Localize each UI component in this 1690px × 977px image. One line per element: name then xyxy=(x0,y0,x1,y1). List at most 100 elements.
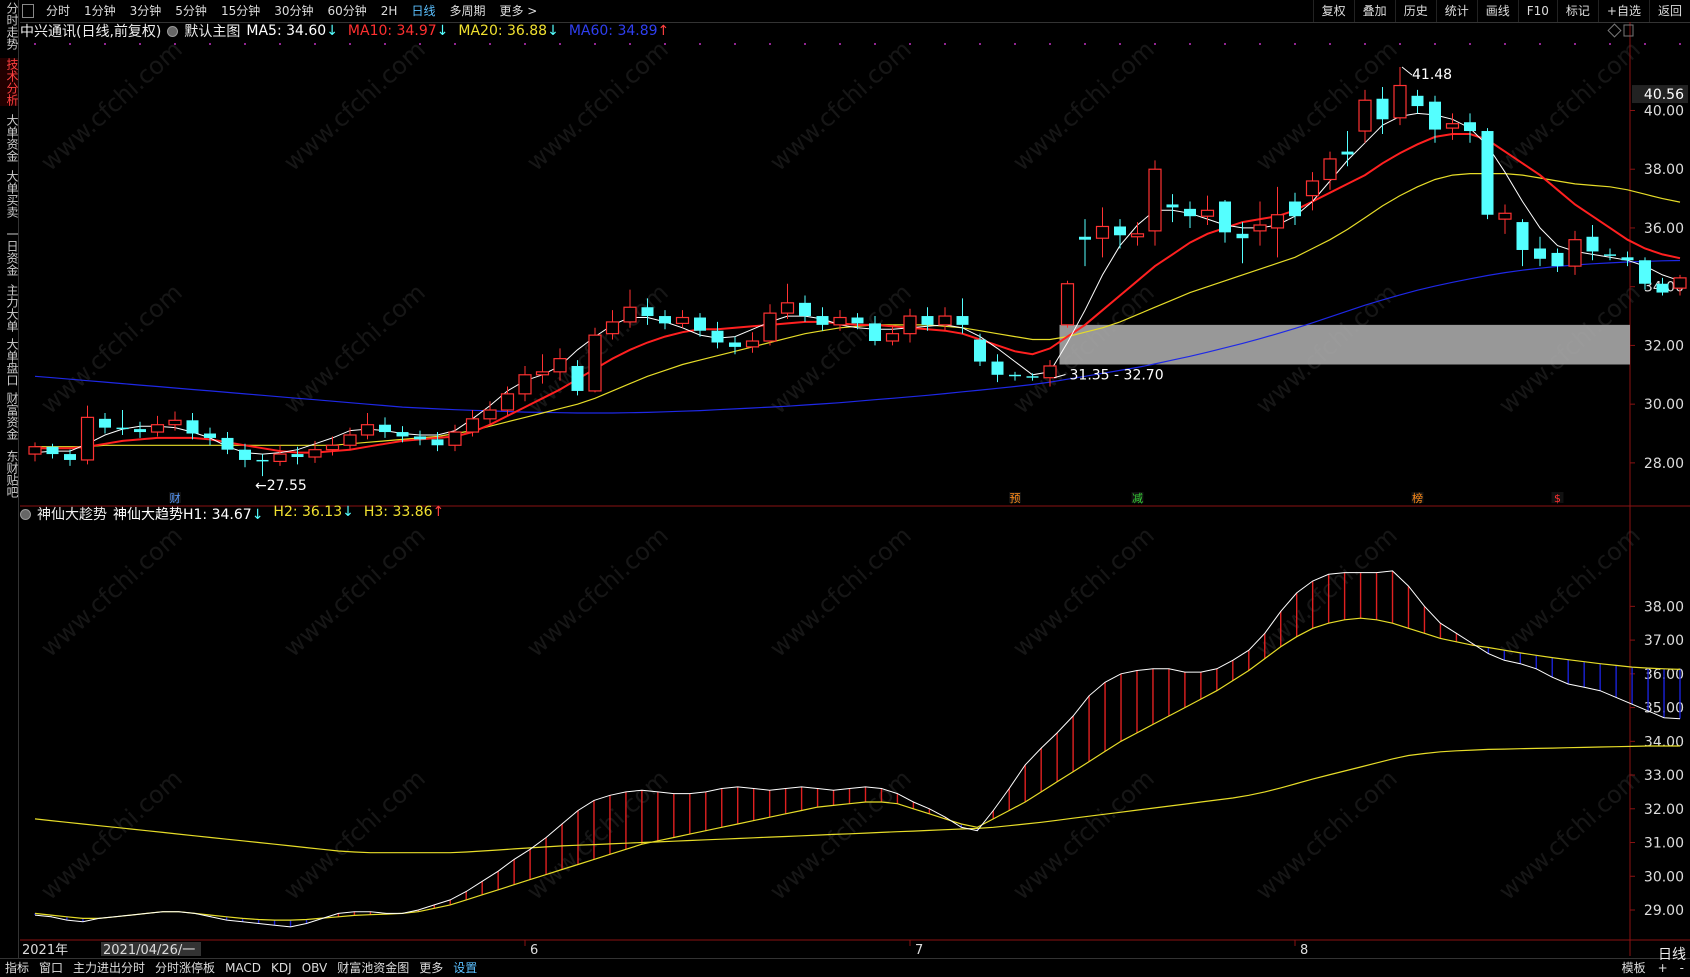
candle[interactable] xyxy=(780,283,795,319)
indicator-tab-2[interactable]: 主力进出分时 xyxy=(68,959,150,977)
candle[interactable] xyxy=(99,412,111,434)
event-marker[interactable]: $ xyxy=(1554,492,1561,505)
layout-toggle-icon[interactable] xyxy=(22,4,34,18)
period-tab-6[interactable]: 60分钟 xyxy=(322,0,373,22)
candle[interactable] xyxy=(204,427,216,446)
candle[interactable] xyxy=(291,446,304,465)
candle[interactable] xyxy=(1166,194,1179,223)
sidebar-item-2[interactable]: 大单资金 xyxy=(0,114,19,162)
period-tab-1[interactable]: 1分钟 xyxy=(78,0,122,22)
period-label[interactable]: 日线 xyxy=(1658,944,1686,964)
indicator-tab-9[interactable]: 设置 xyxy=(448,959,482,977)
candle[interactable] xyxy=(256,454,269,477)
candle[interactable] xyxy=(1270,186,1285,258)
toolbar-button-6[interactable]: 标记 xyxy=(1556,0,1598,22)
template-control-0[interactable]: 模板 xyxy=(1616,959,1652,977)
candle[interactable] xyxy=(816,307,829,331)
candle[interactable] xyxy=(675,310,690,328)
indicator-tab-4[interactable]: MACD xyxy=(220,959,266,977)
candle[interactable] xyxy=(239,443,251,468)
candle[interactable] xyxy=(1481,128,1494,220)
candle[interactable] xyxy=(465,410,480,437)
candle[interactable] xyxy=(1289,192,1301,226)
candle[interactable] xyxy=(448,424,462,452)
period-tab-7[interactable]: 2H xyxy=(375,0,404,22)
indicator-tab-0[interactable]: 指标 xyxy=(0,959,34,977)
panel-toggle-icon[interactable] xyxy=(1623,24,1634,37)
candle[interactable] xyxy=(1079,219,1091,267)
candle[interactable] xyxy=(1009,371,1021,381)
toolbar-button-1[interactable]: 叠加 xyxy=(1353,0,1395,22)
event-marker[interactable]: 预 xyxy=(1010,492,1021,505)
sidebar-item-3[interactable]: 大单买卖 xyxy=(0,170,19,218)
sidebar-item-4[interactable]: 一日资金 xyxy=(0,228,19,276)
sidebar-item-6[interactable]: 大单盘口 xyxy=(0,338,19,386)
indicator-tab-8[interactable]: 更多 xyxy=(414,959,448,977)
candle[interactable] xyxy=(799,295,811,322)
indicator-name[interactable]: 神仙大趁势 xyxy=(37,504,107,524)
indicator-tab-3[interactable]: 分时涨停板 xyxy=(150,959,220,977)
indicator-tab-1[interactable]: 窗口 xyxy=(34,959,68,977)
candle[interactable] xyxy=(186,412,199,440)
candle[interactable] xyxy=(116,410,129,435)
candle[interactable] xyxy=(659,310,671,330)
sidebar-item-5[interactable]: 主力大单 xyxy=(0,284,19,332)
candle[interactable] xyxy=(1445,113,1460,140)
candle[interactable] xyxy=(1516,219,1529,267)
candle[interactable] xyxy=(1323,151,1337,190)
event-marker[interactable]: 财 xyxy=(170,491,181,505)
candle[interactable] xyxy=(921,307,934,331)
candle[interactable] xyxy=(623,289,637,328)
template-toggle-icon[interactable] xyxy=(167,25,179,37)
candle[interactable] xyxy=(885,324,900,346)
toolbar-button-8[interactable]: 返回 xyxy=(1648,0,1690,22)
candle[interactable] xyxy=(273,445,287,466)
candle[interactable] xyxy=(1464,113,1476,143)
candle[interactable] xyxy=(903,308,917,343)
toolbar-button-3[interactable]: 统计 xyxy=(1435,0,1477,22)
period-tab-3[interactable]: 5分钟 xyxy=(169,0,213,22)
period-tab-2[interactable]: 3分钟 xyxy=(124,0,168,22)
indicator-tab-7[interactable]: 财富池资金图 xyxy=(332,959,414,977)
indicator-toggle-icon[interactable] xyxy=(20,508,31,520)
period-tab-0[interactable]: 分时 xyxy=(40,0,76,22)
candle[interactable] xyxy=(64,449,76,466)
candle[interactable] xyxy=(1148,160,1162,246)
candle[interactable] xyxy=(308,440,322,463)
sidebar-item-1[interactable]: 技术分析 xyxy=(0,58,19,106)
candle[interactable] xyxy=(1411,89,1424,114)
candle[interactable] xyxy=(1358,89,1372,143)
period-tab-9[interactable]: 多周期 xyxy=(443,0,491,22)
candle[interactable] xyxy=(1393,67,1407,126)
sidebar-item-0[interactable]: 分时走势 xyxy=(0,2,19,50)
candle[interactable] xyxy=(711,321,724,349)
candle[interactable] xyxy=(1376,86,1389,134)
candle[interactable] xyxy=(1130,222,1145,246)
toolbar-button-0[interactable]: 复权 xyxy=(1312,0,1354,22)
candle[interactable] xyxy=(379,417,391,438)
candle[interactable] xyxy=(221,432,234,455)
candle[interactable] xyxy=(28,442,42,462)
candle[interactable] xyxy=(1534,236,1546,267)
sidebar-item-8[interactable]: 东财贴吧 xyxy=(0,450,19,498)
toolbar-button-4[interactable]: 画线 xyxy=(1476,0,1518,22)
candle[interactable] xyxy=(588,327,602,393)
toolbar-button-7[interactable]: +自选 xyxy=(1597,0,1649,22)
toolbar-button-5[interactable]: F10 xyxy=(1517,0,1557,22)
candle[interactable] xyxy=(1184,201,1196,228)
candle[interactable] xyxy=(1253,201,1267,246)
candle[interactable] xyxy=(1095,207,1110,258)
event-marker[interactable]: 减 xyxy=(1132,492,1143,505)
candle[interactable] xyxy=(1219,200,1231,243)
candle[interactable] xyxy=(991,354,1004,383)
event-marker[interactable]: 榜 xyxy=(1412,491,1423,505)
candle[interactable] xyxy=(134,421,146,438)
period-tab-5[interactable]: 30分钟 xyxy=(268,0,319,22)
diamond-icon[interactable] xyxy=(1607,23,1622,38)
candle[interactable] xyxy=(414,430,426,446)
candle[interactable] xyxy=(1114,219,1126,249)
period-tab-4[interactable]: 15分钟 xyxy=(215,0,266,22)
indicator-tab-6[interactable]: OBV xyxy=(297,959,333,977)
period-tab-8[interactable]: 日线 xyxy=(405,0,441,22)
candle[interactable] xyxy=(1551,248,1564,272)
